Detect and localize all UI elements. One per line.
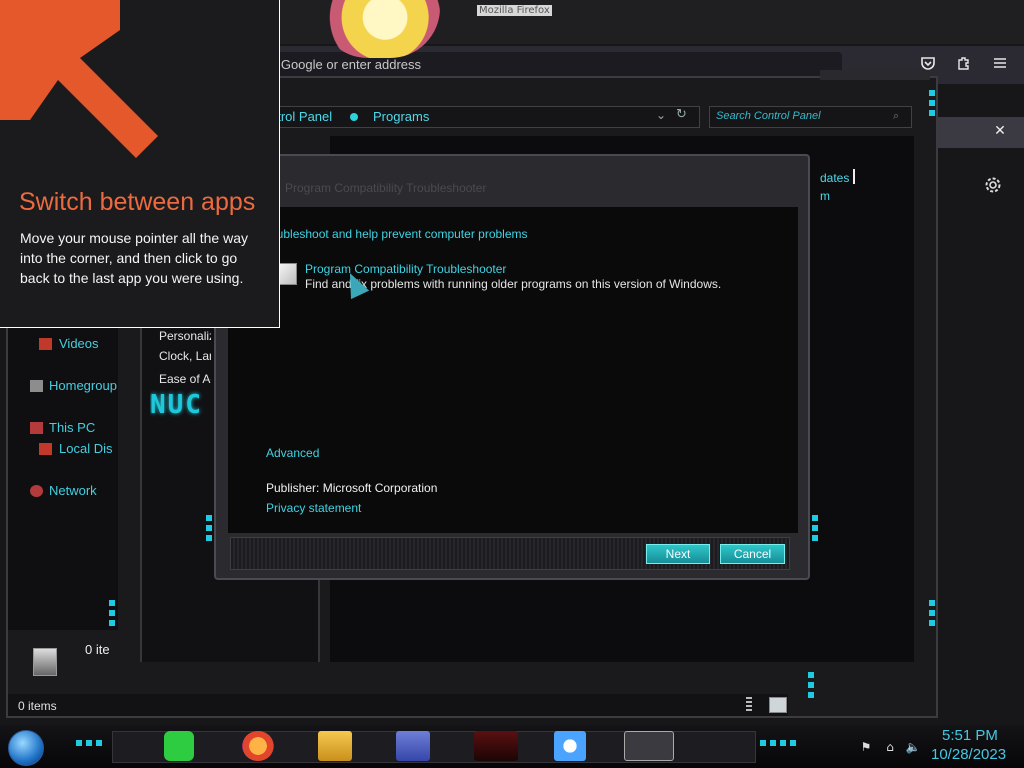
text-caret [853,169,855,184]
sidebar-link-clock[interactable]: Clock, Lar [159,349,211,363]
status-bar [8,694,788,716]
large-icons-view-icon[interactable] [769,697,787,713]
breadcrumb-separator-icon [350,113,358,121]
chevron-down-icon[interactable]: ⌄ [656,108,666,122]
volume-icon[interactable]: 🔈 [905,739,921,755]
nav-item-network[interactable]: Network [49,483,97,498]
nav-item-homegroup[interactable]: Homegroup [49,378,117,393]
programs-link-fragment[interactable]: m [820,189,830,203]
gear-icon[interactable] [982,176,1004,198]
advanced-link[interactable]: Advanced [266,446,319,460]
items-count: 0 ite [85,642,109,657]
nav-item-videos[interactable]: Videos [59,336,99,351]
frame-accent [206,515,212,545]
publisher-label: Publisher: Microsoft Corporation [266,481,438,495]
notification-bar [933,117,1024,148]
frame-accent [109,600,115,630]
sidebar-link-personalization[interactable]: Personaliz [159,329,211,343]
refresh-icon[interactable]: ↻ [676,107,687,122]
firefox-window-title: Mozilla Firefox [477,5,552,16]
weather-icon[interactable] [554,731,586,761]
installed-updates-link[interactable]: dates [820,171,849,185]
firefox-icon[interactable] [242,731,274,761]
next-button[interactable]: Next [646,544,710,564]
frame-accent [76,740,106,746]
nav-item-local-disk[interactable]: Local Dis [59,441,113,456]
cancel-button[interactable]: Cancel [720,544,785,564]
breadcrumb-programs[interactable]: Programs [373,109,429,124]
drive-icon [33,648,57,676]
clock-date[interactable]: 10/28/2023 [931,746,1006,763]
dialog-heading: oubleshoot and help prevent computer pro… [270,227,528,241]
window-frame-decoration [820,70,930,80]
tip-title: Switch between apps [19,188,256,216]
nav-item-this-pc[interactable]: This PC [49,420,95,435]
details-view-icon[interactable] [746,697,752,711]
clock-time[interactable]: 5:51 PM [942,727,998,744]
troubleshooter-link[interactable]: Program Compatibility Troubleshooter [305,262,506,276]
local-disk-icon [39,443,52,455]
search-placeholder: Search Control Panel [716,110,821,122]
frame-accent [808,672,814,702]
extensions-icon[interactable] [954,55,974,75]
file-explorer-icon[interactable] [318,731,352,761]
network-icon [30,485,43,497]
theme-logo: NUC [150,390,203,420]
url-placeholder: n Google or enter address [270,57,422,72]
status-text: 0 items [18,699,57,713]
network-error-icon[interactable]: ⚑ [858,739,874,755]
troubleshooter-taskbar-icon[interactable] [624,731,674,761]
sidebar-link-ease-of-access[interactable]: Ease of Ac [159,372,211,386]
network-status-icon[interactable]: ⌂ [882,739,898,755]
chat-app-icon[interactable] [164,731,194,761]
arrow-up-left-icon [0,0,158,158]
menu-icon[interactable] [990,55,1010,75]
privacy-statement-link[interactable]: Privacy statement [266,501,361,515]
search-icon[interactable]: ⌕ [893,109,899,123]
tip-body: Move your mouse pointer all the way into… [20,230,248,286]
close-icon[interactable]: ✕ [991,122,1009,140]
dialog-title: Program Compatibility Troubleshooter [285,181,487,195]
navigation-pane [8,328,118,630]
control-panel-icon[interactable] [396,731,430,761]
frame-accent [760,740,800,746]
videos-icon [39,338,52,350]
start-button[interactable] [8,730,44,766]
frame-accent [929,90,935,120]
this-pc-icon [30,422,43,434]
frame-accent [929,600,935,630]
frame-accent [812,515,818,545]
media-app-icon[interactable] [474,731,518,761]
homegroup-icon [30,380,43,392]
troubleshooter-icon [279,263,297,285]
